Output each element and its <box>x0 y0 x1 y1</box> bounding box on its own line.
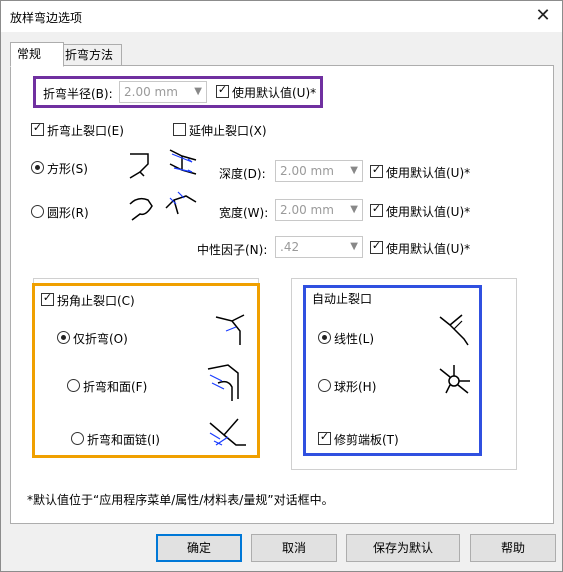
bend-relief-checkbox[interactable]: ✓ <box>31 121 44 136</box>
depth-default-checkbox[interactable]: ✓ <box>370 163 383 178</box>
cancel-button[interactable]: 取消 <box>251 534 337 562</box>
chevron-down-icon: ▼ <box>350 241 358 252</box>
neutral-default-checkbox[interactable]: ✓ <box>370 239 383 254</box>
spherical-radio[interactable] <box>318 379 331 392</box>
title-bar: 放样弯边选项 ✕ <box>1 1 562 32</box>
chevron-down-icon: ▼ <box>194 86 202 97</box>
bend-face-diagram-icon <box>207 364 239 401</box>
default-note: *默认值位于“应用程序菜单/属性/材料表/量规”对话框中。 <box>27 493 334 507</box>
width-label: 宽度(W): <box>219 206 269 220</box>
radio-dot <box>61 335 66 340</box>
dialog-window: 放样弯边选项 ✕ 常规 折弯方法 折弯半径(B): 2.00 mm ▼ ✓ 使用… <box>0 0 563 572</box>
corner-relief-checkbox[interactable]: ✓ <box>41 291 54 306</box>
bend-radius-value: 2.00 mm <box>124 85 178 99</box>
round-radio[interactable] <box>31 205 44 218</box>
radio-dot <box>35 165 40 170</box>
help-button[interactable]: 帮助 <box>470 534 556 562</box>
bend-radius-combo[interactable]: 2.00 mm ▼ <box>119 81 207 103</box>
trim-end-checkbox[interactable]: ✓ <box>318 430 331 445</box>
window-title: 放样弯边选项 <box>10 11 83 25</box>
check-icon: ✓ <box>32 121 43 134</box>
neutral-default-label: 使用默认值(U)* <box>386 242 471 256</box>
bend-face-chain-diagram-icon <box>209 418 246 446</box>
square-label: 方形(S) <box>47 162 88 176</box>
corner-relief-label: 拐角止裂口(C) <box>57 294 135 308</box>
linear-diagram-icon <box>439 314 469 346</box>
square-radio[interactable] <box>31 161 44 174</box>
depth-value: 2.00 mm <box>280 164 334 178</box>
save-default-button[interactable]: 保存为默认 <box>346 534 460 562</box>
width-default-checkbox[interactable]: ✓ <box>370 202 383 217</box>
bend-radius-label: 折弯半径(B): <box>43 87 113 101</box>
close-icon[interactable]: ✕ <box>532 5 554 27</box>
check-icon: ✓ <box>371 202 382 215</box>
depth-default-label: 使用默认值(U)* <box>386 166 471 180</box>
depth-label: 深度(D): <box>219 167 266 181</box>
bend-only-label: 仅折弯(O) <box>73 332 128 346</box>
linear-radio[interactable] <box>318 331 331 344</box>
width-combo[interactable]: 2.00 mm ▼ <box>275 199 363 221</box>
general-panel: 折弯半径(B): 2.00 mm ▼ ✓ 使用默认值(U)* ✓ 折弯止裂口(E… <box>10 65 554 524</box>
ok-button[interactable]: 确定 <box>156 534 242 562</box>
width-default-label: 使用默认值(U)* <box>386 205 471 219</box>
check-icon: ✓ <box>42 291 53 304</box>
check-icon: ✓ <box>371 163 382 176</box>
bend-radius-default-label: 使用默认值(U)* <box>232 86 317 100</box>
linear-label: 线性(L) <box>334 332 375 346</box>
extend-relief-checkbox[interactable] <box>173 123 186 136</box>
width-value: 2.00 mm <box>280 203 334 217</box>
neutral-factor-value: .42 <box>280 240 300 254</box>
chevron-down-icon: ▼ <box>350 204 358 215</box>
extend-relief-label: 延伸止裂口(X) <box>189 124 267 138</box>
check-icon: ✓ <box>371 239 382 252</box>
tab-general[interactable]: 常规 <box>10 42 64 67</box>
bend-face-label: 折弯和面(F) <box>83 380 148 394</box>
bend-relief-label: 折弯止裂口(E) <box>47 124 124 138</box>
check-icon: ✓ <box>319 430 330 443</box>
chevron-down-icon: ▼ <box>350 165 358 176</box>
radio-dot <box>322 335 327 340</box>
depth-combo[interactable]: 2.00 mm ▼ <box>275 160 363 182</box>
spherical-label: 球形(H) <box>334 380 377 394</box>
auto-relief-label: 自动止裂口 <box>312 292 373 306</box>
round-relief-diagram-icon <box>129 191 197 221</box>
bend-face-chain-label: 折弯和面链(I) <box>87 433 160 447</box>
square-relief-diagram-icon <box>129 149 197 179</box>
trim-end-label: 修剪端板(T) <box>334 433 399 447</box>
bend-radius-default-checkbox[interactable]: ✓ <box>216 83 229 98</box>
round-label: 圆形(R) <box>47 206 89 220</box>
bend-only-diagram-icon <box>215 314 245 345</box>
tab-bend-method[interactable]: 折弯方法 <box>58 44 122 66</box>
neutral-factor-combo[interactable]: .42 ▼ <box>275 236 363 258</box>
check-icon: ✓ <box>217 83 228 96</box>
spherical-diagram-icon <box>439 365 470 394</box>
bend-face-chain-radio[interactable] <box>71 432 84 445</box>
bend-only-radio[interactable] <box>57 331 70 344</box>
neutral-factor-label: 中性因子(N): <box>197 243 268 257</box>
bend-face-radio[interactable] <box>67 379 80 392</box>
